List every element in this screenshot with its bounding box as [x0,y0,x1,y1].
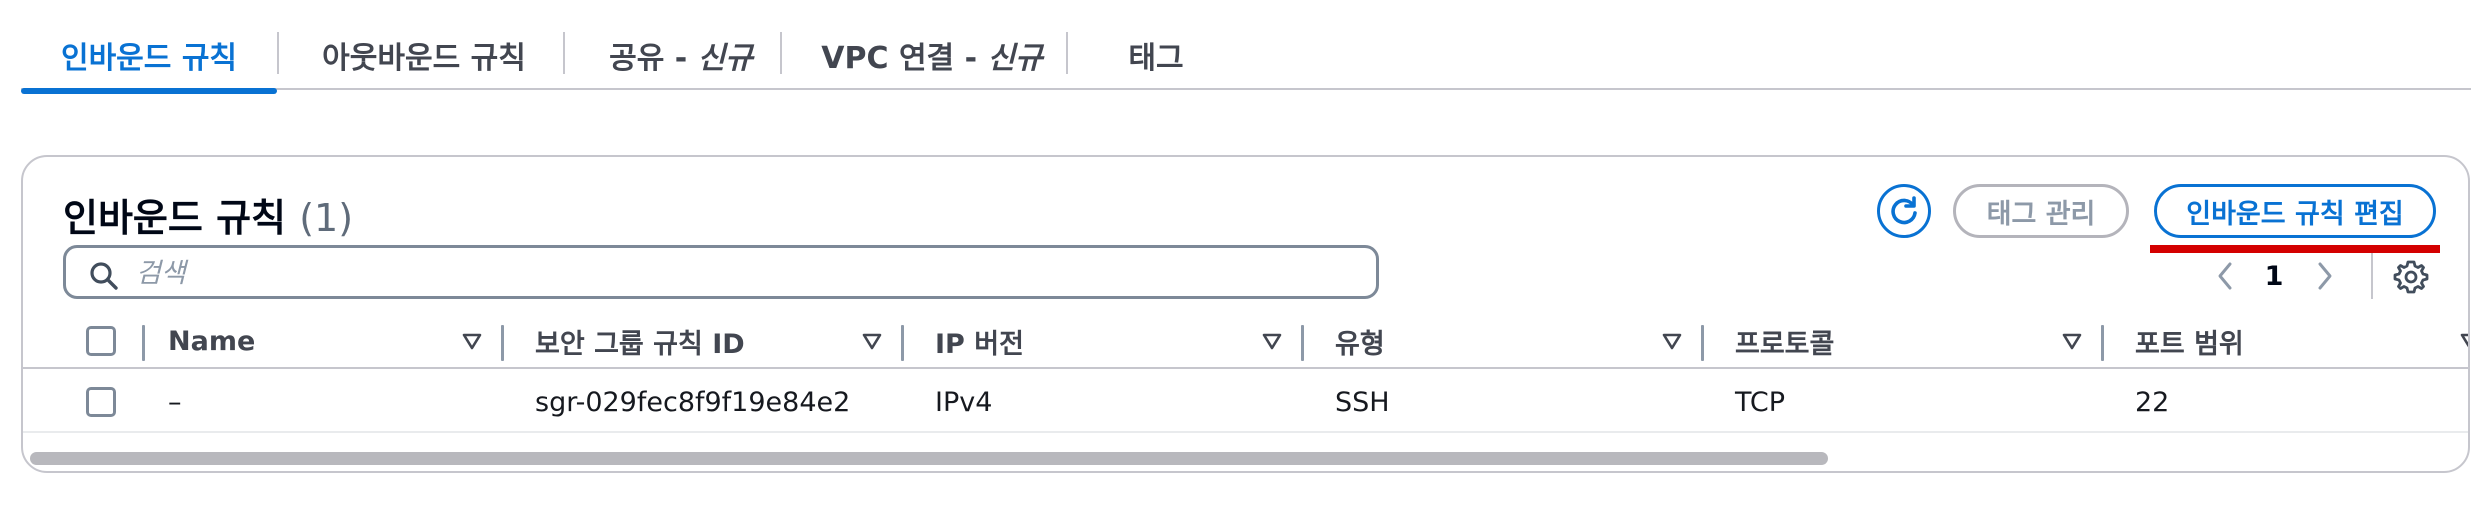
column-header-name[interactable]: Name [168,315,255,367]
tab-vpc-associations[interactable]: VPC 연결 - 신규 [797,20,1067,90]
chevron-left-icon [2218,262,2232,290]
panel-title: 인바운드 규칙 (1) [63,187,353,242]
cell-protocol: TCP [1735,371,1785,433]
gear-icon [2393,260,2429,294]
chevron-right-icon [2318,262,2332,290]
sort-down-icon[interactable] [461,330,483,352]
refresh-button[interactable] [1877,184,1931,238]
column-divider [1701,325,1704,361]
sort-down-icon[interactable] [1261,330,1283,352]
column-header-ip-version[interactable]: IP 버전 [935,315,1024,367]
table-row[interactable]: – sgr-029fec8f9f19e84e2 IPv4 SSH TCP 22 [23,371,2468,433]
cell-text: – [168,386,182,418]
inbound-rules-panel: 인바운드 규칙 (1) 태그 관리 인바운드 규칙 편집 1 [21,155,2470,473]
tab-label: 인바운드 규칙 [60,41,238,76]
cell-type: SSH [1335,371,1390,433]
cell-text: IPv4 [935,386,993,418]
search-icon [90,262,118,290]
refresh-icon [1891,196,1917,225]
cell-text: sgr-029fec8f9f19e84e2 [535,386,851,418]
search-input[interactable] [136,254,1356,292]
tab-bar: 인바운드 규칙 아웃바운드 규칙 공유 - 신규 VPC 연결 - 신규 태그 [21,20,2471,94]
manage-tags-label: 태그 관리 [1986,198,2096,230]
cell-text: TCP [1735,386,1786,418]
column-divider [1301,325,1304,361]
horizontal-scrollbar[interactable] [30,452,1828,465]
sort-down-icon[interactable] [2061,330,2083,352]
column-header-port-range[interactable]: 포트 범위 [2135,315,2244,367]
panel-title-text: 인바운드 규칙 [63,196,286,240]
sort-down-icon[interactable] [2459,330,2470,352]
row-checkbox[interactable] [86,387,116,417]
cell-name: – [168,371,182,433]
tab-divider [277,32,279,74]
cell-rule-id: sgr-029fec8f9f19e84e2 [535,371,850,433]
sort-down-icon[interactable] [861,330,883,352]
edit-inbound-rules-label: 인바운드 규칙 편집 [2186,198,2404,230]
tab-sharing[interactable]: 공유 - 신규 [581,20,781,90]
column-header-rule-id[interactable]: 보안 그룹 규칙 ID [535,315,745,367]
edit-inbound-rules-button[interactable]: 인바운드 규칙 편집 [2154,184,2436,238]
column-label: 보안 그룹 규칙 ID [535,328,745,360]
column-label: IP 버전 [935,328,1024,360]
tab-label: VPC 연결 - [821,41,988,76]
cell-text: SSH [1335,386,1390,418]
cell-port-range: 22 [2135,371,2169,433]
tab-tags[interactable]: 태그 [1083,20,1229,90]
table-header: Name 보안 그룹 규칙 ID IP 버전 유형 프로토콜 포트 범위 [23,315,2470,369]
tab-outbound-rules[interactable]: 아웃바운드 규칙 [289,20,559,90]
pager-divider [2371,253,2373,299]
column-header-protocol[interactable]: 프로토콜 [1735,315,1834,367]
column-divider [142,325,145,361]
preferences-button[interactable] [2387,254,2435,300]
tab-divider [563,32,565,74]
tab-label: 태그 [1128,41,1184,76]
highlight-underline [2150,245,2440,253]
tab-divider [1066,32,1068,74]
rule-count: (1) [299,196,354,240]
tab-label: 공유 - [609,41,698,76]
tab-inbound-rules[interactable]: 인바운드 규칙 [21,20,277,94]
sort-down-icon[interactable] [1661,330,1683,352]
column-label: 포트 범위 [2135,328,2244,360]
column-divider [501,325,504,361]
tab-label: 아웃바운드 규칙 [322,41,526,76]
column-divider [2101,325,2104,361]
previous-page-button[interactable] [2205,253,2245,299]
next-page-button[interactable] [2305,253,2345,299]
tab-divider [780,32,782,74]
new-badge: 신규 [987,41,1043,76]
manage-tags-button[interactable]: 태그 관리 [1953,184,2129,238]
column-header-type[interactable]: 유형 [1335,315,1385,367]
cell-ip-version: IPv4 [935,371,992,433]
new-badge: 신규 [697,41,753,76]
cell-text: 22 [2135,386,2170,418]
column-divider [901,325,904,361]
select-all-checkbox[interactable] [86,326,116,356]
column-label: 프로토콜 [1735,328,1835,360]
column-label: Name [168,325,256,357]
search-box[interactable] [63,245,1379,299]
column-label: 유형 [1335,328,1385,360]
page-number[interactable]: 1 [2249,253,2299,299]
page-number-text: 1 [2264,260,2284,292]
